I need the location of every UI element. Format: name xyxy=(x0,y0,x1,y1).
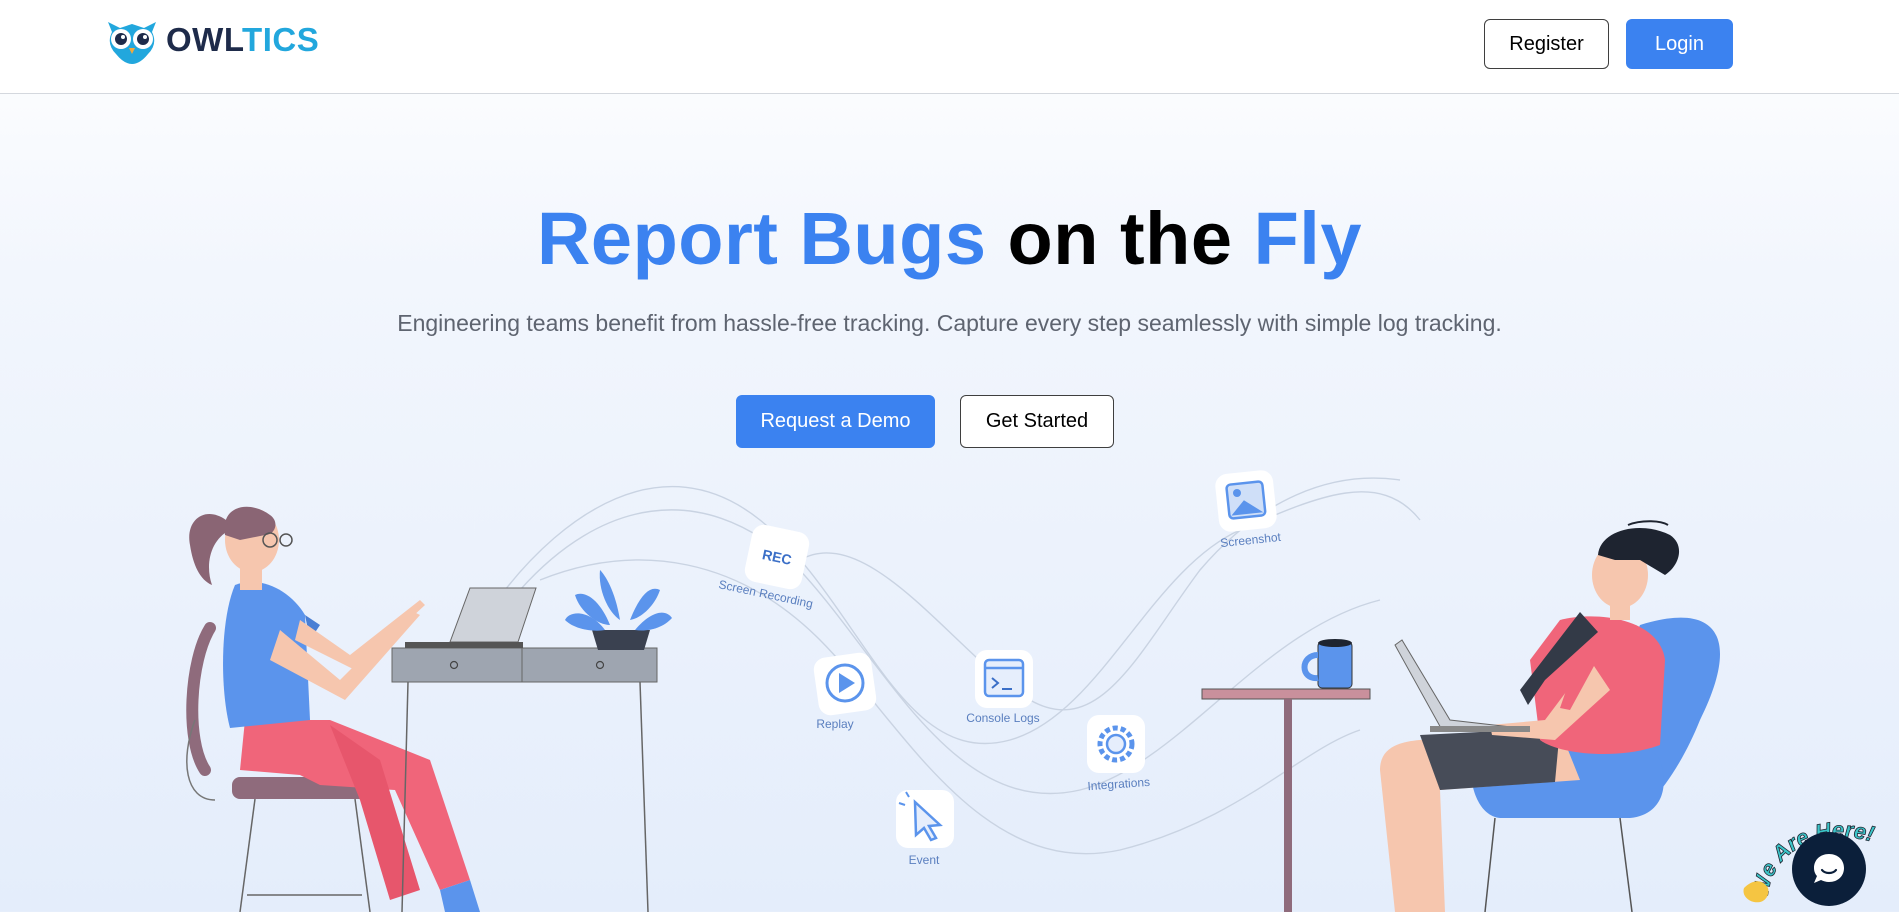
hero-subtitle: Engineering teams benefit from hassle-fr… xyxy=(397,310,1502,336)
owl-logo-icon xyxy=(108,22,156,64)
get-started-button[interactable]: Get Started xyxy=(960,395,1114,448)
event-label: Event xyxy=(909,853,940,867)
hero-title-highlight-1: Report Bugs xyxy=(536,197,987,280)
chat-icon xyxy=(1814,854,1844,883)
integrations-tile: Integrations xyxy=(1087,715,1151,793)
console-logs-tile: Console Logs xyxy=(966,650,1040,725)
logo-wordmark: OWLTICS xyxy=(166,21,319,59)
logo-text-owl: OWL xyxy=(166,21,243,58)
screenshot-label: Screenshot xyxy=(1220,530,1282,550)
owltics-logo[interactable]: OWLTICS xyxy=(102,14,319,66)
integrations-label: Integrations xyxy=(1087,775,1151,793)
request-demo-button[interactable]: Request a Demo xyxy=(736,395,935,448)
event-tile: Event xyxy=(896,790,954,867)
hero-title-highlight-2: Fly xyxy=(1253,197,1362,280)
console-logs-label: Console Logs xyxy=(966,711,1039,725)
screen-recording-tile: REC Screen Recording xyxy=(717,524,814,611)
login-button[interactable]: Login xyxy=(1626,19,1733,69)
hero-illustration: REC Screen Recording Replay Console Logs… xyxy=(186,470,1720,912)
hero-title-middle: on the xyxy=(1007,197,1233,280)
screenshot-tile: Screenshot xyxy=(1215,470,1282,550)
man-on-chair-figure xyxy=(1201,520,1720,912)
replay-tile: Replay xyxy=(813,652,877,731)
woman-at-desk-figure xyxy=(186,506,672,912)
top-navbar: OWLTICS Register Login xyxy=(0,0,1899,94)
register-button[interactable]: Register xyxy=(1484,19,1609,69)
replay-label: Replay xyxy=(816,717,853,731)
hero-title: Report Bugs on the Fly xyxy=(0,196,1899,281)
logo-text-tics: TICS xyxy=(242,21,320,58)
chat-launcher-button[interactable] xyxy=(1792,832,1866,906)
